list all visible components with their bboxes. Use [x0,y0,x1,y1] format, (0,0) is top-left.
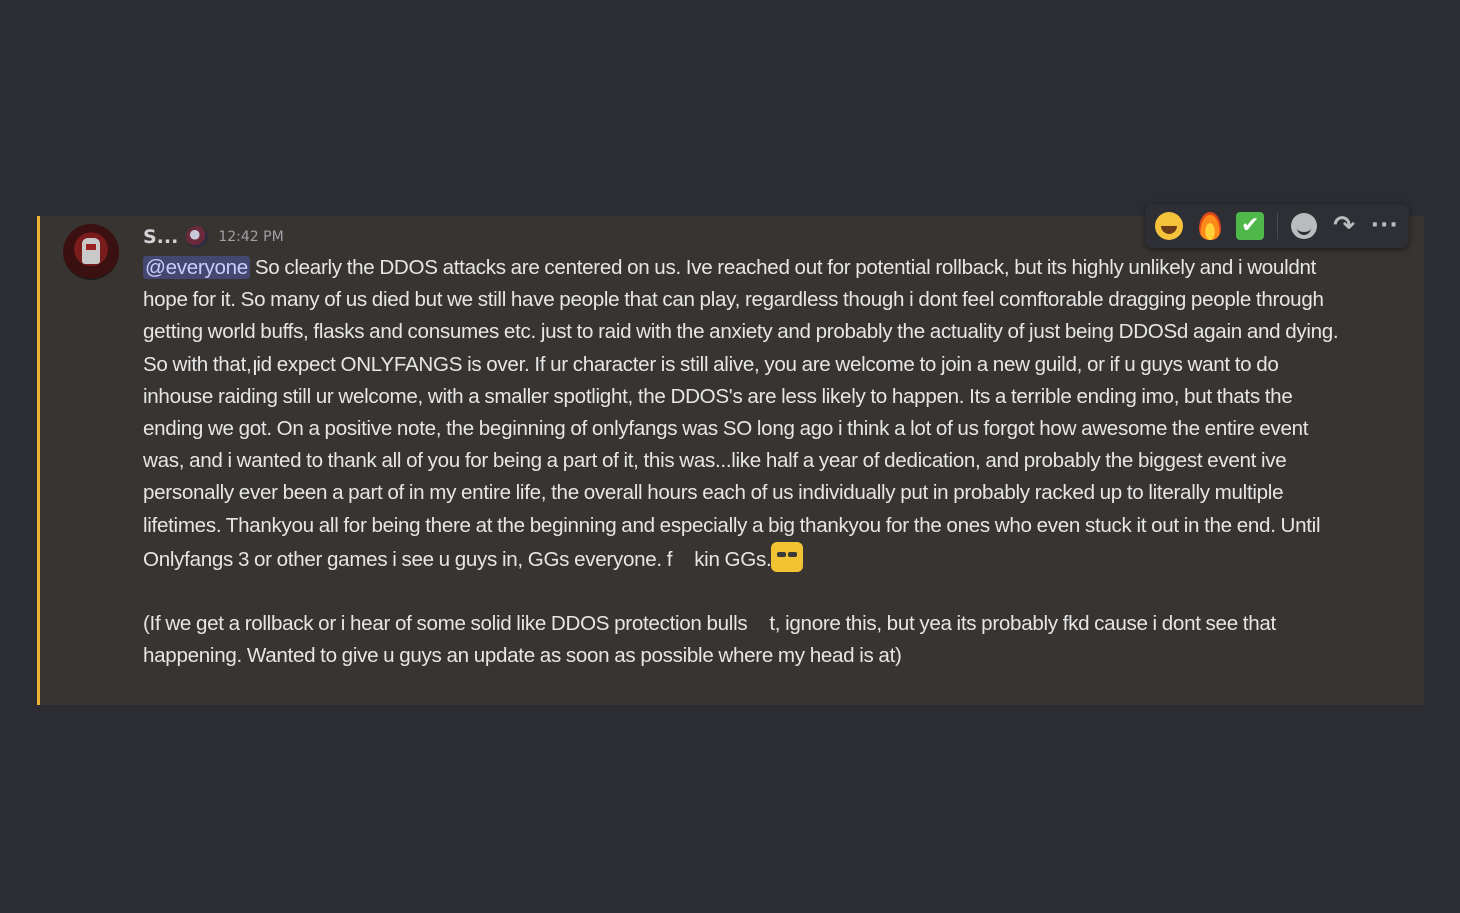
role-badge-icon [186,226,209,248]
avatar-figure [82,238,100,264]
message-timestamp: 12:42 PM [218,229,284,245]
message-text-3: (If we get a rollback or i hear of some … [143,612,748,636]
message-header: S... 12:42 PM [143,224,284,250]
screen: S... 12:42 PM @everyone So clearly the D… [0,0,1460,913]
check-emoji-icon: ✔ [1236,212,1265,240]
user-avatar[interactable] [63,224,119,280]
message-content: @everyone So clearly the DDOS attacks ar… [143,252,1353,672]
more-icon: ··· [1370,213,1399,238]
message-text-2: kin GGs. [694,547,772,571]
message-text-1: So clearly the DDOS attacks are centered… [143,256,1339,571]
text-cursor-icon: I [252,356,258,380]
reaction-fire-button[interactable] [1192,207,1229,245]
message-paragraph-2: (If we get a rollback or i hear of some … [143,608,1353,672]
message-action-toolbar: ✔ ↷ ··· [1145,204,1409,248]
reply-button[interactable]: ↷ [1326,207,1363,245]
everyone-mention[interactable]: @everyone [143,256,250,279]
chat-message[interactable]: S... 12:42 PM @everyone So clearly the D… [37,204,1424,705]
add-reaction-button[interactable] [1285,207,1322,245]
username[interactable]: S... [143,226,178,248]
toolbar-divider [1276,213,1278,239]
reply-icon: ↷ [1333,211,1356,241]
add-reaction-icon [1290,213,1317,239]
laughing-emoji-icon [1155,212,1184,240]
message-paragraph-1: @everyone So clearly the DDOS attacks ar… [143,252,1353,576]
fire-emoji-icon [1198,212,1221,240]
reaction-check-button[interactable]: ✔ [1232,207,1269,245]
sunglasses-emoji-icon[interactable] [771,541,804,572]
reaction-laugh-button[interactable] [1151,207,1188,245]
more-options-button[interactable]: ··· [1366,207,1403,245]
